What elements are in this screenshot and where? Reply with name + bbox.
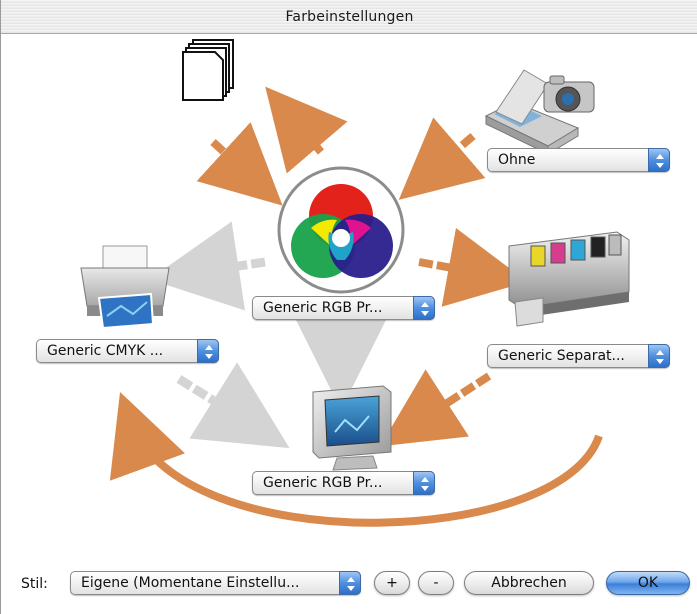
cancel-label: Abbrechen xyxy=(491,575,567,591)
arrow-scanner-to-wheel xyxy=(398,117,486,200)
remove-style-button[interactable]: - xyxy=(418,571,454,595)
stil-popup[interactable]: Eigene (Momentane Einstellu... xyxy=(70,571,361,595)
add-style-button[interactable]: + xyxy=(374,571,410,595)
arrow-press-to-monitor xyxy=(380,369,492,447)
popup-arrows-icon xyxy=(648,344,670,368)
popup-arrows-icon xyxy=(197,339,219,363)
add-style-label: + xyxy=(386,575,398,591)
separation-profile-value: Generic Separat... xyxy=(498,348,625,364)
arrow-wheel-to-printer xyxy=(149,221,266,311)
ok-label: OK xyxy=(637,575,659,591)
color-workflow-diagram: Ohne Generic RGB Pr... Generic CMYK ... … xyxy=(1,34,697,564)
rgb-profile-value: Generic RGB Pr... xyxy=(263,300,383,316)
monitor-profile-popup[interactable]: Generic RGB Pr... xyxy=(252,471,435,495)
stil-value: Eigene (Momentane Einstellu... xyxy=(81,575,300,591)
printing-press-icon xyxy=(508,231,630,327)
popup-arrows-icon xyxy=(648,148,670,172)
documents-icon xyxy=(182,39,234,101)
cmyk-profile-popup[interactable]: Generic CMYK ... xyxy=(36,339,219,363)
monitor-profile-value: Generic RGB Pr... xyxy=(263,475,383,491)
arrow-docs-to-wheel xyxy=(196,122,283,206)
title-bar[interactable]: Farbeinstellungen xyxy=(1,0,697,34)
cancel-button[interactable]: Abbrechen xyxy=(464,571,594,595)
bottom-bar: Stil: Eigene (Momentane Einstellu... + -… xyxy=(1,564,697,614)
printer-icon xyxy=(80,245,170,330)
arrow-wheel-to-press xyxy=(418,228,528,307)
monitor-icon xyxy=(312,385,392,471)
popup-arrows-icon xyxy=(413,471,435,495)
arrow-wheel-to-docs xyxy=(265,86,348,174)
input-profile-value: Ohne xyxy=(498,152,536,168)
rgb-color-wheel-icon xyxy=(277,166,405,294)
separation-profile-popup[interactable]: Generic Separat... xyxy=(487,344,670,368)
window-title: Farbeinstellungen xyxy=(285,9,414,25)
popup-arrows-icon xyxy=(413,296,435,320)
scanner-camera-icon xyxy=(484,69,595,155)
color-settings-window: Farbeinstellungen Ohne Generic RGB Pr...… xyxy=(0,0,697,614)
popup-arrows-icon xyxy=(339,571,361,595)
ok-button[interactable]: OK xyxy=(606,571,690,595)
remove-style-label: - xyxy=(433,575,439,591)
input-profile-popup[interactable]: Ohne xyxy=(487,148,670,172)
arrow-printer-to-monitor xyxy=(176,362,290,449)
stil-label: Stil: xyxy=(21,576,48,592)
cmyk-profile-value: Generic CMYK ... xyxy=(47,343,164,359)
rgb-profile-popup[interactable]: Generic RGB Pr... xyxy=(252,296,435,320)
